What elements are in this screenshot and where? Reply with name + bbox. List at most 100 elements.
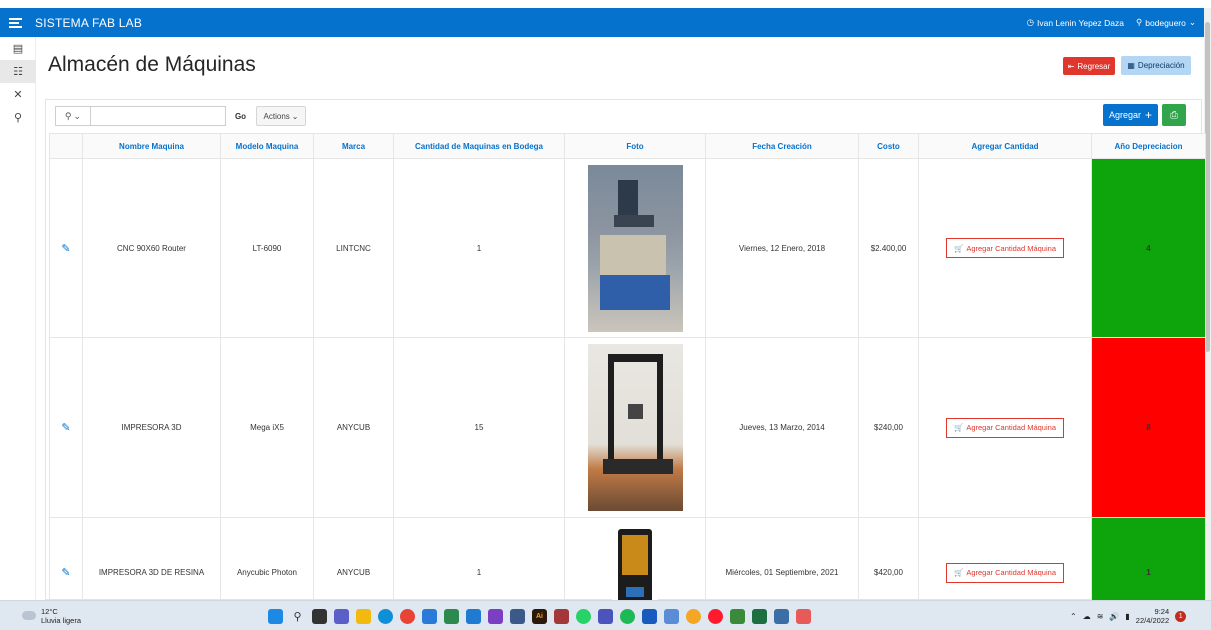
window-top-strip bbox=[0, 0, 1211, 8]
cart-icon: 🛒 bbox=[954, 568, 964, 577]
role-menu[interactable]: ⚲ bodeguero ⌄ bbox=[1136, 17, 1196, 28]
column-header[interactable]: Foto bbox=[564, 133, 706, 159]
illustrator-icon[interactable]: Ai bbox=[532, 608, 547, 624]
role-label: bodeguero bbox=[1145, 17, 1186, 28]
shield-icon[interactable] bbox=[510, 608, 525, 624]
depreciation-label: Depreciación bbox=[1137, 61, 1185, 70]
column-header[interactable]: Cantidad de Maquinas en Bodega bbox=[393, 133, 565, 159]
search-input[interactable] bbox=[90, 106, 226, 126]
cloud-icon bbox=[22, 611, 36, 620]
table-row: ✎ CNC 90X60 Router LT-6090 LINTCNC 1 Vie… bbox=[49, 158, 1206, 338]
cell-costo: $2.400,00 bbox=[858, 158, 919, 338]
nav-item-users[interactable]: ⚲ bbox=[0, 106, 36, 129]
store-icon[interactable] bbox=[422, 608, 437, 624]
calculator-icon[interactable] bbox=[730, 608, 745, 624]
machine-photo[interactable] bbox=[587, 164, 683, 332]
cell-costo: $240,00 bbox=[858, 337, 919, 518]
machine-photo[interactable] bbox=[587, 344, 683, 511]
chrome-icon[interactable] bbox=[400, 608, 415, 624]
edit-icon[interactable]: ✎ bbox=[61, 242, 70, 255]
search-column-menu[interactable]: ⚲ ⌄ bbox=[55, 106, 90, 126]
visual-studio-icon[interactable] bbox=[488, 608, 503, 624]
edge-icon[interactable] bbox=[378, 608, 393, 624]
os-taskbar: 12°C Lluvia ligera ⚲ Ai ⌃ ☁ ≋ 🔊 ▮ 9:24 2… bbox=[0, 600, 1211, 630]
access-icon[interactable] bbox=[554, 608, 569, 624]
add-quantity-label: Agregar Cantidad Máquina bbox=[966, 243, 1056, 253]
cell-cantidad: 1 bbox=[393, 158, 565, 338]
date: 22/4/2022 bbox=[1135, 616, 1170, 625]
cell-fecha: Jueves, 13 Marzo, 2014 bbox=[705, 337, 859, 518]
chevron-down-icon: ⌄ bbox=[1188, 17, 1196, 27]
edit-icon[interactable]: ✎ bbox=[61, 566, 70, 579]
cell-anio-depreciacion: 8 bbox=[1091, 337, 1206, 518]
onedrive-icon[interactable]: ☁ bbox=[1083, 612, 1091, 621]
column-header[interactable]: Fecha Creación bbox=[705, 133, 859, 159]
weather-widget[interactable]: 12°C Lluvia ligera bbox=[22, 607, 81, 625]
notification-icon[interactable]: 1 bbox=[1175, 610, 1187, 622]
add-quantity-button[interactable]: 🛒 Agregar Cantidad Máquina bbox=[946, 417, 1064, 438]
tools-icon: ✕ bbox=[13, 89, 23, 101]
column-header-edit bbox=[49, 133, 83, 159]
actions-menu-button[interactable]: Actions ⌄ bbox=[256, 106, 306, 126]
column-header[interactable]: Nombre Maquina bbox=[82, 133, 221, 159]
page-icon: ▤ bbox=[12, 43, 24, 55]
whatsapp-icon[interactable] bbox=[576, 608, 591, 624]
temperature: 12°C bbox=[41, 606, 58, 616]
teams-icon[interactable] bbox=[598, 608, 613, 624]
add-quantity-button[interactable]: 🛒 Agregar Cantidad Máquina bbox=[946, 562, 1064, 583]
add-quantity-label: Agregar Cantidad Máquina bbox=[966, 568, 1056, 577]
nav-item-tools[interactable]: ✕ bbox=[0, 83, 36, 106]
opera-icon[interactable] bbox=[708, 608, 723, 624]
back-button[interactable]: ⇤ Regresar bbox=[1063, 57, 1115, 75]
cart-icon: 🛒 bbox=[954, 243, 964, 253]
chat-icon[interactable] bbox=[334, 608, 349, 624]
app-title[interactable]: SISTEMA FAB LAB bbox=[35, 16, 142, 30]
task-view-icon[interactable] bbox=[312, 608, 327, 624]
photos-icon[interactable] bbox=[444, 608, 459, 624]
search-icon: ⚲ bbox=[64, 110, 72, 121]
plus-icon: + bbox=[1145, 108, 1153, 122]
windows-start-icon[interactable] bbox=[268, 608, 283, 624]
nav-item-warehouse[interactable]: ☷ bbox=[0, 60, 36, 83]
excel-icon[interactable] bbox=[752, 608, 767, 624]
file-explorer-icon[interactable] bbox=[356, 608, 371, 624]
edit-icon[interactable]: ✎ bbox=[61, 421, 70, 434]
clock[interactable]: 9:24 22/4/2022 bbox=[1136, 607, 1169, 625]
column-header[interactable]: Marca bbox=[313, 133, 394, 159]
cell-modelo: LT-6090 bbox=[220, 158, 314, 338]
snipping-icon[interactable] bbox=[796, 608, 811, 624]
image-viewer-icon[interactable] bbox=[774, 608, 789, 624]
word-icon[interactable] bbox=[642, 608, 657, 624]
cell-marca: ANYCUB bbox=[313, 337, 394, 518]
volume-icon[interactable]: 🔊 bbox=[1109, 612, 1119, 621]
add-quantity-button[interactable]: 🛒 Agregar Cantidad Máquina bbox=[946, 238, 1064, 258]
cell-foto bbox=[564, 158, 706, 338]
user-menu[interactable]: ◷ Ivan Lenin Yepez Daza bbox=[1027, 17, 1124, 28]
chevron-up-icon[interactable]: ⌃ bbox=[1070, 612, 1077, 621]
side-nav: ▤ ☷ ✕ ⚲ bbox=[0, 37, 36, 600]
vscode-icon[interactable] bbox=[466, 608, 481, 624]
menu-icon[interactable] bbox=[9, 17, 23, 28]
wifi-icon[interactable]: ≋ bbox=[1097, 612, 1104, 621]
print-button[interactable]: ⎙ bbox=[1162, 104, 1186, 126]
column-header[interactable]: Modelo Maquina bbox=[220, 133, 314, 159]
add-button[interactable]: Agregar + bbox=[1103, 104, 1158, 126]
system-tray: ⌃ ☁ ≋ 🔊 ▮ 9:24 22/4/2022 1 bbox=[1070, 601, 1187, 630]
actions-label: Actions bbox=[263, 111, 290, 121]
column-header[interactable]: Costo bbox=[858, 133, 919, 159]
app-icon[interactable] bbox=[664, 608, 679, 624]
battery-icon[interactable]: ▮ bbox=[1125, 612, 1129, 621]
table-row: ✎ IMPRESORA 3D Mega iX5 ANYCUB 15 Jueves… bbox=[49, 337, 1206, 518]
browser-icon[interactable] bbox=[686, 608, 701, 624]
spotify-icon[interactable] bbox=[620, 608, 635, 624]
printer-icon: ⎙ bbox=[1170, 109, 1178, 121]
search-icon[interactable]: ⚲ bbox=[290, 609, 305, 624]
nav-item-home[interactable]: ▤ bbox=[0, 37, 36, 60]
depreciation-button[interactable]: ▦ Depreciación bbox=[1121, 56, 1191, 75]
column-header[interactable]: Agregar Cantidad bbox=[918, 133, 1092, 159]
cell-anio-depreciacion: 4 bbox=[1091, 158, 1206, 338]
column-header[interactable]: Año Depreciacion bbox=[1091, 133, 1206, 159]
calculator-icon: ▦ bbox=[1127, 61, 1135, 70]
edit-cell: ✎ bbox=[49, 158, 83, 338]
go-button[interactable]: Go bbox=[229, 106, 252, 126]
